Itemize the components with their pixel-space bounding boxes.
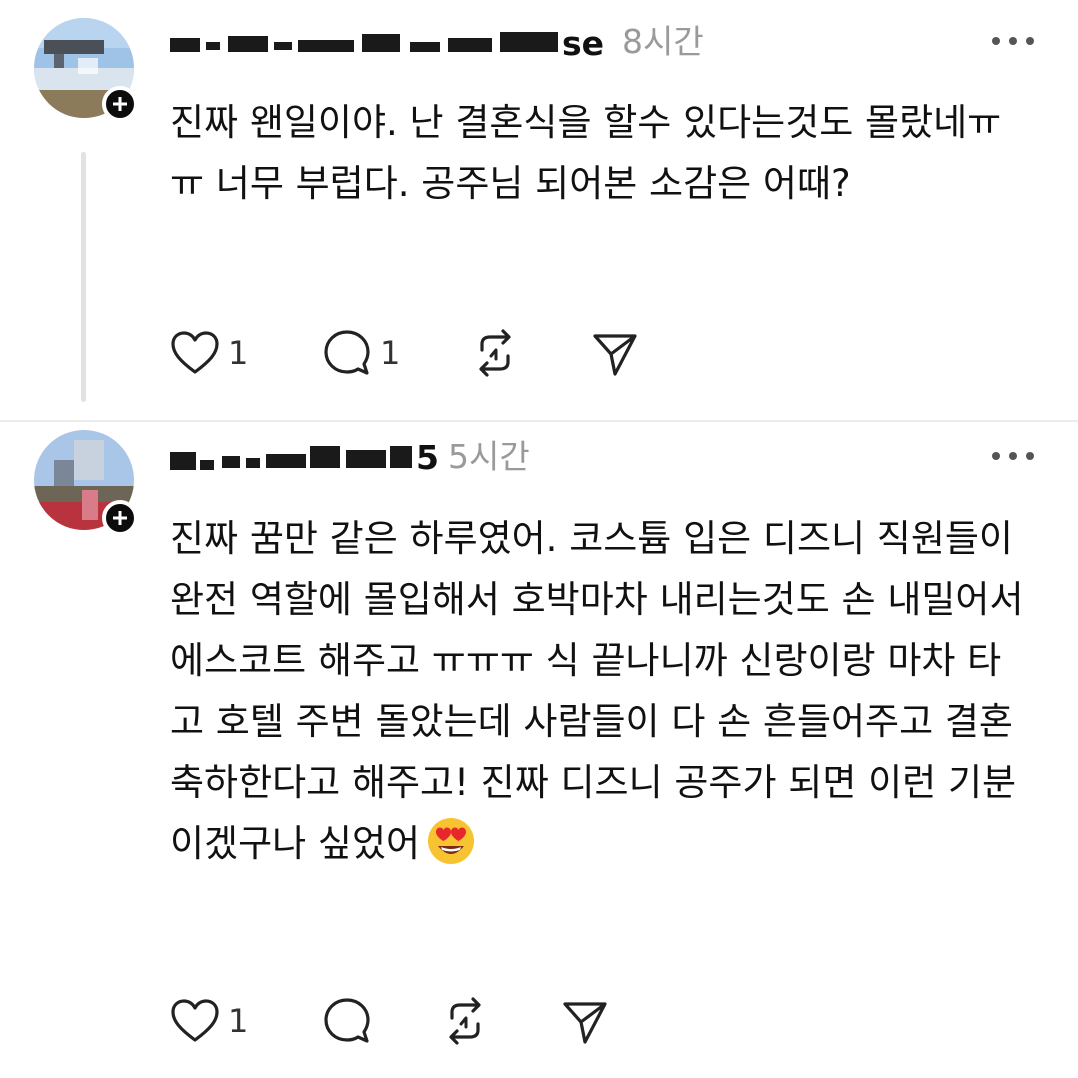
username[interactable]: 5 <box>170 438 440 478</box>
like-button[interactable]: 1 <box>170 328 248 378</box>
post-text: 진짜 왠일이야. 난 결혼식을 할수 있다는것도 몰랐네ㅠㅠ 너무 부럽다. 공… <box>170 101 1002 205</box>
heart-icon <box>171 331 219 374</box>
post-divider <box>0 420 1078 422</box>
post-text-content: 진짜 꿈만 같은 하루였어. 코스튬 입은 디즈니 직원들이 완전 역할에 몰입… <box>170 517 1024 865</box>
repost-button[interactable] <box>440 996 490 1046</box>
like-button[interactable]: 1 <box>170 996 248 1046</box>
post-time: 8시간 <box>622 22 704 61</box>
username-text: se <box>562 24 605 63</box>
repost-icon <box>449 997 481 1045</box>
share-icon <box>593 334 637 376</box>
share-icon <box>563 1002 607 1044</box>
action-bar: 1 <box>170 996 870 1046</box>
post-text: 진짜 꿈만 같은 하루였어. 코스튬 입은 디즈니 직원들이 완전 역할에 몰입… <box>170 508 1030 874</box>
repost-icon <box>479 329 511 377</box>
comment-button[interactable]: 1 <box>322 328 400 378</box>
repost-button[interactable] <box>470 328 520 378</box>
like-count: 1 <box>228 1002 249 1040</box>
share-button[interactable] <box>590 328 640 378</box>
username-text: 5 <box>416 438 439 477</box>
heart-icon <box>171 999 219 1042</box>
comment-button[interactable] <box>322 996 372 1046</box>
more-options-icon[interactable] <box>992 449 1036 461</box>
follow-plus-icon[interactable] <box>102 500 138 536</box>
like-count: 1 <box>228 334 249 372</box>
thread-line <box>81 152 86 402</box>
username[interactable]: se <box>170 24 615 64</box>
more-options-icon[interactable] <box>992 34 1036 46</box>
smiling-face-with-heart-eyes-emoji <box>428 818 475 864</box>
username-redacted <box>170 446 415 474</box>
follow-plus-icon[interactable] <box>102 86 138 122</box>
username-redacted <box>170 30 560 58</box>
share-button[interactable] <box>560 996 610 1046</box>
reply-count: 1 <box>380 334 401 372</box>
action-bar: 1 1 <box>170 328 870 378</box>
comment-icon <box>324 330 370 375</box>
post-time: 5시간 <box>448 437 530 476</box>
comment-icon <box>324 998 370 1043</box>
